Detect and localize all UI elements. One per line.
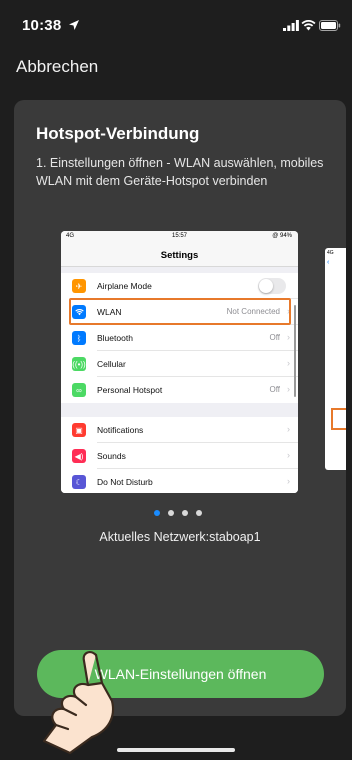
ios-row-label: Sounds <box>97 451 126 461</box>
ios-row-value: Off <box>269 385 280 394</box>
ios-row-bluetooth: ᛒ Bluetooth Off › <box>61 325 298 351</box>
card-description: 1. Einstellungen öffnen - WLAN auswählen… <box>36 156 324 188</box>
chevron-right-icon: › <box>287 358 290 368</box>
page-dot[interactable] <box>154 510 160 516</box>
ios-row-label: Do Not Disturb <box>97 477 153 487</box>
bluetooth-icon: ᛒ <box>72 331 86 345</box>
ios-scroll-indicator <box>294 305 296 397</box>
settings-illustration[interactable]: 4G 15:57 @ 94% Settings ✈ Airplane Mode … <box>61 231 298 493</box>
page-dot[interactable] <box>196 510 202 516</box>
ios-row-notifications: ▣ Notifications › <box>61 417 298 443</box>
page-dot[interactable] <box>182 510 188 516</box>
ios-row-label: Bluetooth <box>97 333 133 343</box>
chevron-right-icon: › <box>287 332 290 342</box>
signal-icon <box>283 20 299 31</box>
card-title: Hotspot-Verbindung <box>36 124 200 143</box>
status-bar: 10:38 <box>0 0 352 44</box>
ios-nav-bar: Settings <box>61 241 298 267</box>
status-time: 10:38 <box>22 17 62 34</box>
peek-status: 4G <box>327 250 334 256</box>
chevron-left-icon: ‹ <box>327 259 330 266</box>
carousel-pagination <box>154 510 214 518</box>
chevron-right-icon: › <box>287 424 290 434</box>
page-dot[interactable] <box>168 510 174 516</box>
cancel-button[interactable]: Abbrechen <box>16 57 98 77</box>
ios-row-hotspot: ∞ Personal Hotspot Off › <box>61 377 298 403</box>
notifications-icon: ▣ <box>72 423 86 437</box>
chevron-right-icon: › <box>287 384 290 394</box>
cellular-icon: ((•)) <box>72 357 86 371</box>
ios-row-label: Airplane Mode <box>97 281 152 291</box>
next-slide-preview[interactable]: 4G ‹ <box>325 248 346 470</box>
ios-row-label: Cellular <box>97 359 126 369</box>
ios-status-battery: @ 94% <box>272 233 292 239</box>
ios-status-network: 4G <box>66 233 75 239</box>
chevron-right-icon: › <box>287 476 290 486</box>
ios-nav-title: Settings <box>160 250 199 261</box>
hotspot-icon: ∞ <box>72 383 86 397</box>
ios-row-value: Off <box>269 333 280 342</box>
ios-row-cellular: ((•)) Cellular › <box>61 351 298 377</box>
wlan-highlight-frame <box>69 298 291 325</box>
ios-row-sounds: ◀) Sounds › <box>61 443 298 469</box>
sounds-icon: ◀) <box>72 449 86 463</box>
ios-row-dnd: ☾ Do Not Disturb › <box>61 469 298 493</box>
home-indicator <box>117 748 235 752</box>
wifi-status-icon <box>301 20 316 31</box>
airplane-icon: ✈ <box>72 279 86 293</box>
ios-row-label: Notifications <box>97 425 144 435</box>
tap-hand-icon <box>42 651 115 755</box>
ios-status-time: 15:57 <box>172 233 188 239</box>
ios-row-label: Personal Hotspot <box>97 385 163 395</box>
airplane-toggle <box>258 278 286 294</box>
location-arrow-icon <box>69 20 79 30</box>
peek-highlight-frame <box>331 408 346 430</box>
moon-icon: ☾ <box>72 475 86 489</box>
ios-row-airplane: ✈ Airplane Mode <box>61 273 298 299</box>
ios-status-bar: 4G 15:57 @ 94% <box>61 231 298 241</box>
chevron-right-icon: › <box>287 450 290 460</box>
current-network-label: Aktuelles Netzwerk:staboap1 <box>99 530 261 544</box>
hotspot-card: Hotspot-Verbindung 1. Einstellungen öffn… <box>14 100 346 716</box>
button-label: WLAN-Einstellungen öffnen <box>94 666 267 682</box>
battery-icon <box>319 20 341 31</box>
